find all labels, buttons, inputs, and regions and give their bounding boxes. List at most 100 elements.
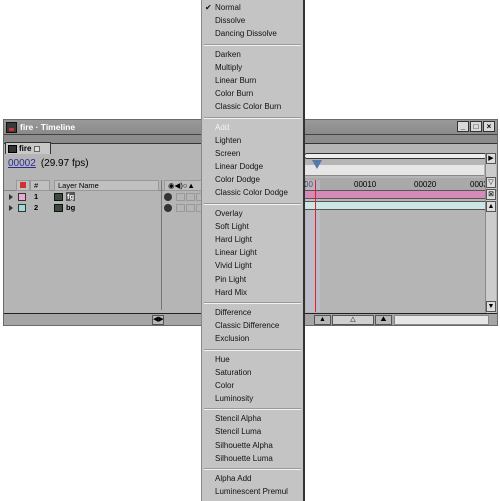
- vertical-scrollbar[interactable]: ▶ ▽ ⊠ ▲ ▼: [485, 153, 496, 313]
- tab-fire[interactable]: fire: [5, 142, 51, 154]
- composition-icon: [8, 144, 17, 153]
- menu-item-label: Classic Color Dodge: [215, 188, 288, 198]
- current-time-indicator-handle[interactable]: [312, 160, 322, 169]
- ruler-tick-label: 00020: [414, 180, 437, 189]
- close-button[interactable]: ×: [483, 121, 495, 132]
- expand-collapse-icon[interactable]: ◀▶: [152, 315, 164, 325]
- menu-item-label: Hue: [215, 354, 230, 364]
- menu-item-label: Saturation: [215, 367, 252, 377]
- tab-close-icon[interactable]: [34, 145, 41, 152]
- menu-item-stencil-luma[interactable]: Stencil Luma: [202, 425, 303, 438]
- number-column-header[interactable]: #: [30, 180, 50, 191]
- video-eye-icon[interactable]: [164, 193, 172, 201]
- layer-label-swatch[interactable]: [18, 193, 26, 201]
- audio-switch[interactable]: [176, 193, 185, 201]
- current-time-indicator-line[interactable]: [315, 180, 316, 312]
- menu-item-luminescent-premul[interactable]: Luminescent Premul: [202, 485, 303, 498]
- menu-item-label: Difference: [215, 307, 252, 317]
- menu-item-luminosity[interactable]: Luminosity: [202, 392, 303, 405]
- menu-item-dancing-dissolve[interactable]: Dancing Dissolve: [202, 27, 303, 40]
- label-column-header[interactable]: [16, 180, 30, 191]
- twirl-down-icon[interactable]: [9, 194, 13, 200]
- menu-separator: [202, 41, 303, 48]
- work-area-bar[interactable]: [304, 165, 484, 176]
- layer-duration-bar[interactable]: [304, 190, 486, 199]
- menu-item-linear-burn[interactable]: Linear Burn: [202, 74, 303, 87]
- time-ruler[interactable]: 00 00010 00020 0003: [304, 178, 489, 190]
- menu-item-dissolve[interactable]: Dissolve: [202, 14, 303, 27]
- menu-item-linear-dodge[interactable]: Linear Dodge: [202, 160, 303, 173]
- menu-item-label: Darken: [215, 49, 241, 59]
- zoom-in-icon[interactable]: ⛰: [375, 315, 392, 325]
- layer-name[interactable]: bg: [66, 203, 75, 213]
- menu-item-hue[interactable]: Hue: [202, 353, 303, 366]
- menu-item-vivid-light[interactable]: Vivid Light: [202, 259, 303, 272]
- menu-item-pin-light[interactable]: Pin Light: [202, 273, 303, 286]
- menu-item-color-burn[interactable]: Color Burn: [202, 87, 303, 100]
- zoom-out-icon[interactable]: ▲: [314, 315, 331, 325]
- solo-switch[interactable]: [186, 193, 195, 201]
- menu-item-darken[interactable]: Darken: [202, 48, 303, 61]
- menu-item-label: Luminosity: [215, 394, 254, 404]
- menu-item-exclusion[interactable]: Exclusion: [202, 332, 303, 345]
- menu-item-classic-color-burn[interactable]: Classic Color Burn: [202, 100, 303, 113]
- maximize-button[interactable]: □: [470, 121, 482, 132]
- menu-item-label: Hard Light: [215, 235, 252, 244]
- twirl-down-icon[interactable]: [9, 205, 13, 211]
- menu-item-difference[interactable]: Difference: [202, 306, 303, 319]
- menu-item-label: Color Dodge: [215, 175, 260, 185]
- menu-item-color[interactable]: Color: [202, 379, 303, 392]
- layer-name[interactable]: fg: [66, 192, 76, 201]
- horizontal-scrollbar[interactable]: [394, 315, 489, 325]
- audio-speaker-icon[interactable]: ◀): [175, 181, 183, 190]
- menu-item-label: Classic Color Burn: [215, 102, 282, 112]
- comp-button-icon[interactable]: ⊠: [486, 189, 496, 200]
- audio-switch[interactable]: [176, 204, 185, 212]
- menu-item-soft-light[interactable]: Soft Light: [202, 220, 303, 233]
- panel-divider[interactable]: [161, 180, 162, 310]
- menu-item-classic-difference[interactable]: Classic Difference: [202, 319, 303, 332]
- menu-item-normal[interactable]: ✔ Normal: [202, 1, 303, 14]
- menu-item-silhouette-alpha[interactable]: Silhouette Alpha: [202, 439, 303, 452]
- menu-item-hard-light[interactable]: Hard Light: [202, 233, 303, 246]
- video-eye-icon[interactable]: [164, 204, 172, 212]
- menu-item-color-dodge[interactable]: Color Dodge: [202, 173, 303, 186]
- layer-duration-bar[interactable]: [304, 201, 486, 210]
- menu-item-label: Dissolve: [215, 16, 246, 26]
- menu-item-silhouette-luma[interactable]: Silhouette Luma: [202, 452, 303, 465]
- menu-separator: [202, 465, 303, 472]
- menu-separator: [202, 114, 303, 121]
- switches-column-header: ◉◀)○▲: [164, 180, 204, 191]
- zoom-slider[interactable]: △: [332, 315, 374, 325]
- menu-item-stencil-alpha[interactable]: Stencil Alpha: [202, 412, 303, 425]
- scroll-up-arrow-icon[interactable]: ▲: [486, 201, 496, 212]
- menu-item-label: Color: [215, 380, 235, 390]
- layer-number: 2: [34, 203, 39, 212]
- menu-item-saturation[interactable]: Saturation: [202, 366, 303, 379]
- menu-item-screen[interactable]: Screen: [202, 147, 303, 160]
- time-navigator[interactable]: [304, 153, 487, 159]
- ruler-tick-label: 00010: [354, 180, 377, 189]
- frame-rate: (29.97 fps): [40, 157, 89, 169]
- timeline-menu-arrow-icon[interactable]: ▶: [486, 153, 496, 164]
- menu-item-lighten[interactable]: Lighten: [202, 134, 303, 147]
- layer-name-column-header[interactable]: Layer Name: [54, 180, 159, 191]
- scroll-down-arrow-icon[interactable]: ▼: [486, 301, 496, 312]
- menu-item-linear-light[interactable]: Linear Light: [202, 246, 303, 259]
- menu-item-alpha-add[interactable]: Alpha Add: [202, 472, 303, 485]
- comp-marker-icon[interactable]: ▽: [486, 177, 496, 188]
- layer-label-swatch[interactable]: [18, 204, 26, 212]
- solo-switch[interactable]: [186, 204, 195, 212]
- menu-item-label: Pin Light: [215, 274, 247, 284]
- menu-item-label: Hard Mix: [215, 287, 248, 297]
- menu-item-classic-color-dodge[interactable]: Classic Color Dodge: [202, 186, 303, 199]
- current-time-display[interactable]: 00002: [8, 158, 36, 169]
- lock-icon[interactable]: ▲: [187, 181, 194, 190]
- menu-item-label: Normal: [215, 3, 241, 12]
- minimize-button[interactable]: _: [457, 121, 469, 132]
- menu-item-hard-mix[interactable]: Hard Mix: [202, 286, 303, 299]
- menu-item-label: Lighten: [215, 135, 242, 145]
- menu-item-multiply[interactable]: Multiply: [202, 61, 303, 74]
- menu-item-overlay[interactable]: Overlay: [202, 207, 303, 220]
- footage-icon: [54, 204, 63, 212]
